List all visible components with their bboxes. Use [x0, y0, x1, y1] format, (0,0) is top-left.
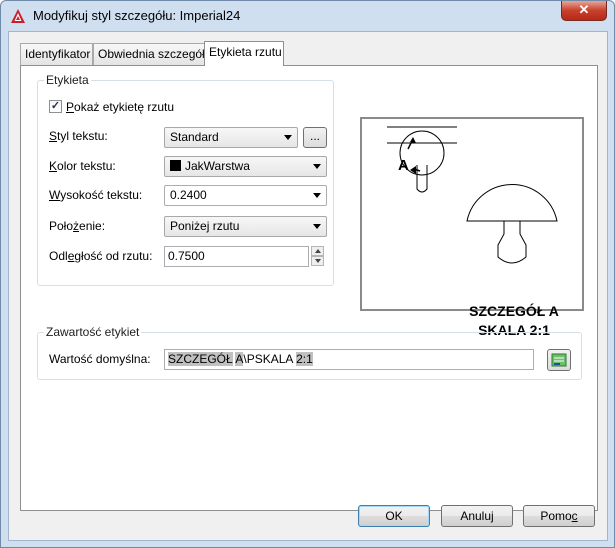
label-preview: A SZCZEGÓŁ A SKALA 2:1 — [360, 117, 584, 338]
chevron-down-icon — [313, 193, 321, 198]
help-button[interactable]: Pomoc — [523, 505, 595, 527]
ellipsis-icon: ... — [309, 129, 320, 143]
tab-panel-etykieta-rzutu: Etykieta ✓ Pokaż etykietę rzutu Styl tek… — [20, 65, 598, 511]
text-color-value: JakWarstwa — [185, 159, 250, 173]
text-height-label: Wysokość tekstu: — [49, 188, 143, 202]
ok-button[interactable]: OK — [358, 505, 430, 527]
title-bar[interactable]: Modyfikuj styl szczegółu: Imperial24 ✕ — [1, 1, 614, 31]
insert-field-button[interactable] — [547, 349, 571, 371]
group-title: Zawartość etykiet — [44, 325, 142, 339]
position-label: Położenie: — [49, 219, 106, 233]
tab-etykieta-rzutu[interactable]: Etykieta rzutu — [204, 41, 284, 66]
text-color-label: Kolor tekstu: — [49, 159, 116, 173]
text-height-combobox[interactable]: 0.2400 — [164, 185, 327, 206]
text-height-value: 0.2400 — [170, 188, 207, 202]
preview-title: SZCZEGÓŁ A — [469, 303, 559, 319]
chevron-down-icon — [313, 224, 321, 229]
group-title: Etykieta — [44, 73, 91, 87]
contents-group: Zawartość etykiet Wartość domyślna: SZCZ… — [37, 325, 582, 380]
offset-input[interactable]: 0.7500 — [164, 246, 309, 267]
position-select[interactable]: Poniżej rzutu — [164, 216, 327, 237]
cancel-button[interactable]: Anuluj — [441, 505, 513, 527]
text-color-select[interactable]: JakWarstwa — [164, 156, 327, 177]
tab-label: Obwiednia szczegółu — [98, 47, 212, 61]
tab-obwiednia-szczegolu[interactable]: Obwiednia szczegółu — [93, 43, 211, 65]
etykieta-group: Etykieta ✓ Pokaż etykietę rzutu Styl tek… — [37, 73, 334, 286]
text-style-label: Styl tekstu: — [49, 129, 108, 143]
close-button[interactable]: ✕ — [561, 1, 607, 21]
window-title: Modyfikuj styl szczegółu: Imperial24 — [33, 8, 241, 23]
bubble-letter: A — [398, 157, 409, 174]
offset-spinner[interactable] — [311, 246, 326, 267]
offset-value: 0.7500 — [168, 249, 205, 263]
field-token: 2:1 — [296, 352, 313, 366]
close-icon: ✕ — [578, 2, 590, 17]
text-style-browse-button[interactable]: ... — [303, 127, 327, 148]
dialog-client-area: Identyfikator Obwiednia szczegółu Etykie… — [8, 31, 608, 541]
offset-label: Odległość od rzutu: — [49, 249, 153, 263]
text-style-value: Standard — [170, 130, 219, 144]
autocad-logo-icon — [11, 9, 25, 23]
checkmark-icon: ✓ — [50, 100, 61, 112]
spin-up-icon[interactable] — [311, 246, 324, 256]
insert-field-icon — [551, 353, 567, 367]
spin-down-icon[interactable] — [311, 256, 324, 266]
show-label-checkbox[interactable]: ✓ — [49, 100, 62, 113]
text-style-select[interactable]: Standard — [164, 127, 298, 148]
chevron-down-icon — [313, 164, 321, 169]
tab-identyfikator[interactable]: Identyfikator — [20, 43, 93, 65]
color-swatch — [170, 160, 181, 171]
preview-drawing: A — [387, 126, 558, 264]
chevron-down-icon — [284, 135, 292, 140]
dialog-window: Modyfikuj styl szczegółu: Imperial24 ✕ I… — [0, 0, 615, 548]
tab-label: Etykieta rzutu — [209, 45, 282, 59]
field-token: SZCZEGÓŁ — [168, 352, 233, 366]
default-value-label: Wartość domyślna: — [49, 352, 151, 366]
show-label-text[interactable]: Pokaż etykietę rzutu — [66, 100, 174, 114]
default-value-input[interactable]: SZCZEGÓŁ A\PSKALA 2:1 — [164, 349, 534, 370]
position-value: Poniżej rzutu — [170, 219, 240, 233]
tab-label: Identyfikator — [25, 47, 91, 61]
